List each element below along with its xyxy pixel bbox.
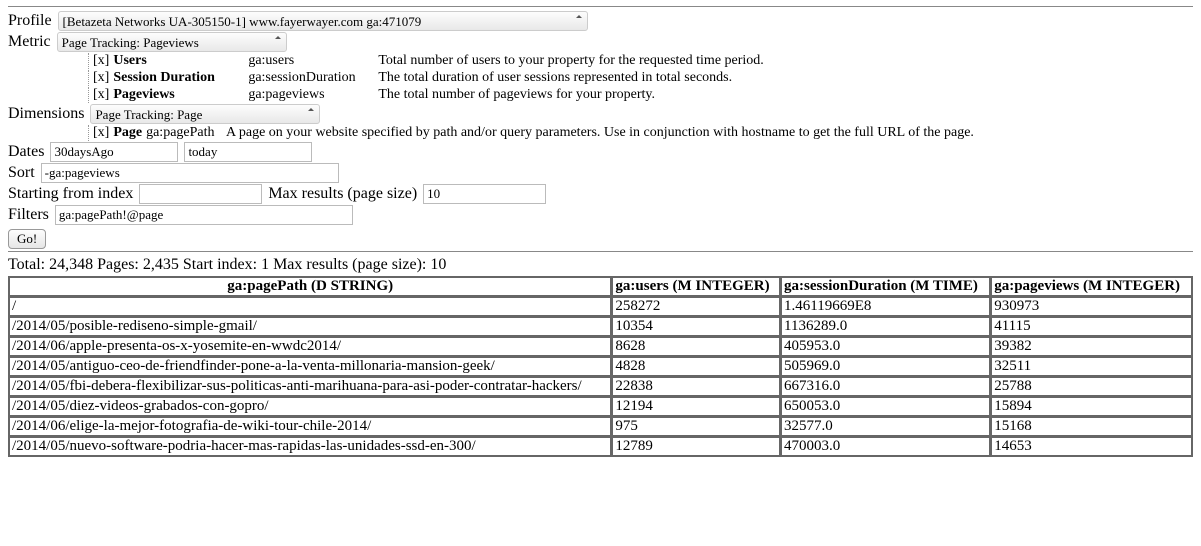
table-cell: 667316.0	[781, 377, 990, 396]
table-header: ga:pageviews (M INTEGER)	[991, 277, 1192, 296]
table-cell: 470003.0	[781, 437, 990, 456]
table-cell: /2014/05/posible-rediseno-simple-gmail/	[9, 317, 611, 336]
table-cell: 25788	[991, 377, 1192, 396]
dimensions-select[interactable]: Page Tracking: Page	[90, 104, 320, 124]
metric-item: [x] Users ga:users Total number of users…	[88, 53, 1193, 69]
table-row: /2014/05/diez-videos-grabados-con-gopro/…	[9, 397, 1192, 416]
table-cell: /2014/06/elige-la-mejor-fotografia-de-wi…	[9, 417, 611, 436]
table-header-row: ga:pagePath (D STRING) ga:users (M INTEG…	[9, 277, 1192, 296]
table-cell: 15894	[991, 397, 1192, 416]
table-cell: 1.46119669E8	[781, 297, 990, 316]
table-cell: 32511	[991, 357, 1192, 376]
table-cell: /2014/05/antiguo-ceo-de-friendfinder-pon…	[9, 357, 611, 376]
results-summary: Total: 24,348 Pages: 2,435 Start index: …	[8, 256, 1193, 274]
metric-select[interactable]: Page Tracking: Pageviews	[57, 32, 287, 52]
metric-checkbox[interactable]: [x]	[93, 53, 109, 69]
table-cell: 15168	[991, 417, 1192, 436]
table-cell: 405953.0	[781, 337, 990, 356]
table-cell: 4828	[612, 357, 780, 376]
filters-label: Filters	[8, 206, 49, 224]
table-cell: /2014/05/fbi-debera-flexibilizar-sus-pol…	[9, 377, 611, 396]
metric-label: Metric	[8, 33, 51, 51]
table-row: /2582721.46119669E8930973	[9, 297, 1192, 316]
table-cell: 930973	[991, 297, 1192, 316]
table-cell: 1136289.0	[781, 317, 990, 336]
table-row: /2014/05/antiguo-ceo-de-friendfinder-pon…	[9, 357, 1192, 376]
metric-item: [x] Pageviews ga:pageviews The total num…	[88, 87, 1193, 103]
table-row: /2014/05/posible-rediseno-simple-gmail/1…	[9, 317, 1192, 336]
dimension-item: [x] Page ga:pagePath A page on your webs…	[88, 125, 1193, 141]
table-cell: 39382	[991, 337, 1192, 356]
sort-label: Sort	[8, 164, 35, 182]
table-cell: 650053.0	[781, 397, 990, 416]
table-cell: 12789	[612, 437, 780, 456]
table-cell: 41115	[991, 317, 1192, 336]
table-cell: 32577.0	[781, 417, 990, 436]
table-cell: 8628	[612, 337, 780, 356]
start-index-input[interactable]	[139, 184, 262, 204]
table-row: /2014/05/fbi-debera-flexibilizar-sus-pol…	[9, 377, 1192, 396]
metric-item: [x] Session Duration ga:sessionDuration …	[88, 70, 1193, 86]
metric-checkbox[interactable]: [x]	[93, 87, 109, 103]
sort-input[interactable]	[41, 163, 339, 183]
date-to-input[interactable]	[184, 142, 312, 162]
table-cell: 975	[612, 417, 780, 436]
go-button[interactable]: Go!	[8, 229, 46, 249]
table-cell: 22838	[612, 377, 780, 396]
table-header: ga:sessionDuration (M TIME)	[781, 277, 990, 296]
table-cell: 258272	[612, 297, 780, 316]
table-cell: 12194	[612, 397, 780, 416]
table-cell: /2014/05/diez-videos-grabados-con-gopro/	[9, 397, 611, 416]
filters-input[interactable]	[55, 205, 353, 225]
table-row: /2014/06/elige-la-mejor-fotografia-de-wi…	[9, 417, 1192, 436]
table-cell: /	[9, 297, 611, 316]
max-results-input[interactable]	[423, 184, 546, 204]
results-table: ga:pagePath (D STRING) ga:users (M INTEG…	[8, 276, 1193, 457]
profile-select[interactable]: [Betazeta Networks UA-305150-1] www.faye…	[58, 11, 588, 31]
table-header: ga:pagePath (D STRING)	[9, 277, 611, 296]
date-from-input[interactable]	[50, 142, 178, 162]
table-header: ga:users (M INTEGER)	[612, 277, 780, 296]
table-cell: 505969.0	[781, 357, 990, 376]
profile-label: Profile	[8, 12, 52, 30]
metric-checkbox[interactable]: [x]	[93, 70, 109, 86]
table-cell: /2014/05/nuevo-software-podria-hacer-mas…	[9, 437, 611, 456]
start-index-label: Starting from index	[8, 185, 133, 203]
dimensions-label: Dimensions	[8, 105, 84, 123]
dimension-checkbox[interactable]: [x]	[93, 125, 109, 141]
dates-label: Dates	[8, 143, 44, 161]
table-row: /2014/06/apple-presenta-os-x-yosemite-en…	[9, 337, 1192, 356]
table-cell: 14653	[991, 437, 1192, 456]
max-results-label: Max results (page size)	[268, 185, 417, 203]
table-row: /2014/05/nuevo-software-podria-hacer-mas…	[9, 437, 1192, 456]
table-cell: /2014/06/apple-presenta-os-x-yosemite-en…	[9, 337, 611, 356]
table-cell: 10354	[612, 317, 780, 336]
